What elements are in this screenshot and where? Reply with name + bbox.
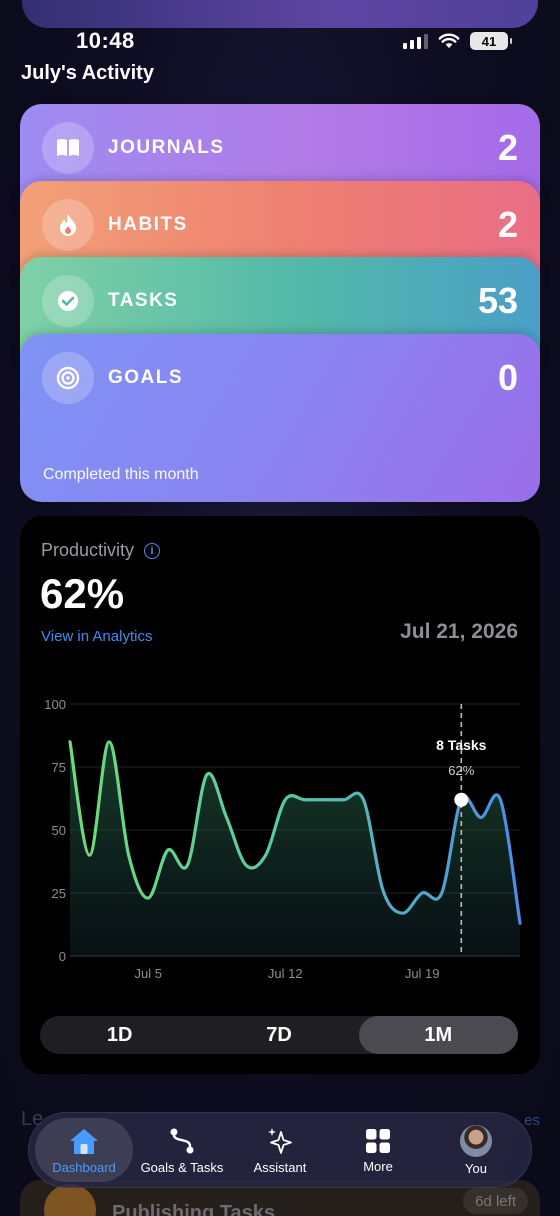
target-icon: [42, 352, 94, 404]
productivity-value: 62%: [40, 570, 125, 617]
productivity-card: Productivity i 62% View in Analytics Jul…: [20, 516, 540, 1074]
range-7d[interactable]: 7D: [199, 1016, 358, 1054]
tasks-value: 53: [477, 280, 518, 321]
activity-cards: JOURNALS 2 HABITS 2 TASKS 53 GOALS 0 Com…: [20, 104, 540, 502]
partial-section-link[interactable]: es: [524, 1112, 540, 1129]
status-bar: 10:48 41: [0, 0, 560, 56]
y-tick-label: 50: [52, 823, 66, 838]
tasks-label: TASKS: [108, 290, 179, 311]
y-tick-label: 0: [59, 949, 66, 964]
book-icon: [42, 122, 94, 174]
tab-goals-tasks[interactable]: Goals & Tasks: [133, 1118, 231, 1182]
productivity-title: Productivity i: [41, 540, 161, 561]
range-1d[interactable]: 1D: [40, 1016, 199, 1054]
path-icon: [170, 1128, 194, 1153]
view-analytics-link[interactable]: View in Analytics: [41, 628, 152, 645]
checkmark-icon: [42, 275, 94, 327]
y-tick-label: 75: [52, 760, 66, 775]
tab-more[interactable]: More: [329, 1118, 427, 1182]
x-tick-label: Jul 19: [405, 966, 440, 981]
battery-indicator: 41: [470, 32, 512, 50]
section-title: July's Activity: [21, 62, 154, 84]
tab-dashboard-label: Dashboard: [52, 1159, 116, 1175]
productivity-chart[interactable]: 0 25 50 75 100 8 Tasks 62% Jul 5 Jul 12 Jul 19: [20, 686, 540, 986]
tab-bar: Dashboard Goals & Tasks Assistant More Y…: [28, 1112, 532, 1188]
flame-icon: [42, 199, 94, 251]
tab-dashboard[interactable]: Dashboard: [35, 1118, 133, 1182]
grid-icon: [366, 1128, 390, 1153]
y-tick-label: 100: [44, 697, 66, 712]
completed-caption: Completed this month: [43, 466, 199, 483]
habits-value: 2: [497, 204, 518, 245]
status-icons: 41: [403, 32, 512, 50]
x-tick-label: Jul 5: [135, 966, 162, 981]
tooltip-value: 62%: [448, 763, 474, 778]
wifi-icon: [438, 33, 460, 48]
house-icon: [70, 1128, 98, 1154]
tab-you[interactable]: You: [427, 1118, 525, 1182]
journals-label: JOURNALS: [108, 137, 225, 158]
selected-date: Jul 21, 2026: [400, 620, 518, 643]
partial-task-badge: 6d left: [463, 1188, 528, 1214]
sparkles-icon: [268, 1127, 292, 1154]
tab-assistant[interactable]: Assistant: [231, 1118, 329, 1182]
goals-value: 0: [497, 357, 518, 398]
avatar-icon: [460, 1124, 492, 1157]
productivity-title-text: Productivity: [41, 540, 135, 560]
range-1m[interactable]: 1M: [358, 1016, 518, 1054]
habits-label: HABITS: [108, 214, 188, 235]
goals-card[interactable]: GOALS 0 Completed this month: [20, 334, 540, 502]
y-tick-label: 25: [52, 886, 66, 901]
status-time: 10:48: [76, 28, 135, 53]
tab-assistant-label: Assistant: [253, 1159, 307, 1175]
tooltip-title: 8 Tasks: [436, 737, 487, 753]
x-tick-label: Jul 12: [268, 966, 303, 981]
tab-you-label: You: [465, 1160, 487, 1176]
tab-goals-tasks-label: Goals & Tasks: [140, 1159, 224, 1175]
info-icon[interactable]: i: [144, 542, 161, 559]
goals-label: GOALS: [108, 367, 184, 388]
range-selector: 1D 7D 1M: [40, 1016, 518, 1054]
highlight-point: [454, 792, 469, 807]
signal-icon: [403, 33, 428, 49]
partial-task-title: Publishing Tasks: [112, 1202, 275, 1216]
tab-more-label: More: [363, 1158, 393, 1174]
journals-value: 2: [497, 127, 518, 168]
